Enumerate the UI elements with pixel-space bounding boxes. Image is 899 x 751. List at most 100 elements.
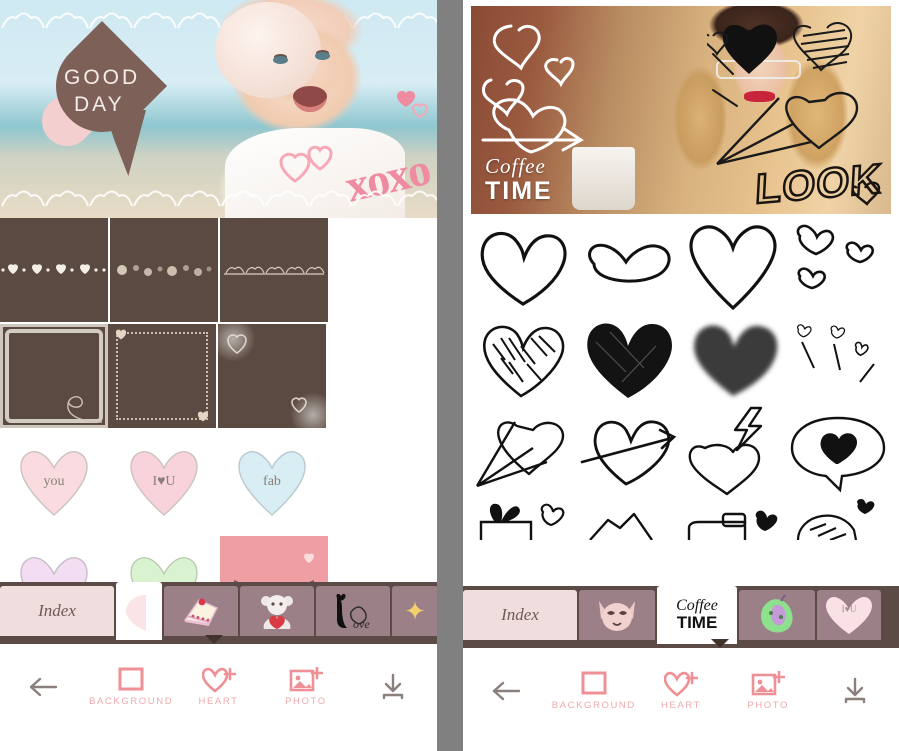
tiny-heart-icon	[197, 411, 209, 422]
background-thumb[interactable]	[108, 324, 216, 428]
sticker-thumb[interactable]	[471, 312, 576, 404]
good-day-sticker[interactable]: GOOD DAY	[31, 20, 168, 176]
curved-heart-sketch-icon	[588, 243, 671, 283]
tab-heart[interactable]	[116, 582, 162, 640]
bear-icon	[261, 595, 293, 629]
nav-photo-button[interactable]: Photo	[262, 666, 349, 707]
nav-photo-button[interactable]: Photo	[725, 670, 812, 711]
candy-heart-thumb[interactable]: you	[0, 430, 108, 534]
photo-plus-icon	[289, 666, 323, 691]
cat-face-icon	[599, 601, 635, 631]
heart-icon	[126, 595, 146, 631]
right-category-tabstrip[interactable]: Index Coffee TIME I♥U	[463, 586, 899, 648]
left-bottom-nav[interactable]: Background Heart Photo	[0, 644, 437, 729]
tab-index-label: Index	[38, 601, 76, 620]
sticker-thumb[interactable]	[471, 496, 576, 540]
sticker-thumb[interactable]	[576, 312, 681, 404]
mini-hearts-icon	[397, 91, 429, 119]
candy-heart-thumb[interactable]: fab	[218, 430, 326, 534]
corner-hearts-icon	[227, 334, 247, 354]
dotted-frame-icon	[116, 332, 208, 420]
candy-heart-label: you	[43, 473, 65, 489]
cat-love-icon: ove	[336, 593, 370, 630]
nav-background-label: Background	[89, 695, 174, 707]
sticker-thumb[interactable]	[681, 312, 786, 404]
left-photo-preview[interactable]: GOOD DAY xoxo	[0, 0, 437, 218]
star-icon: ✦	[404, 596, 426, 626]
app-root: GOOD DAY xoxo you I♥U fab Index ove ✦ BA…	[0, 0, 899, 751]
download-icon	[383, 673, 404, 699]
save-button[interactable]	[350, 673, 437, 701]
background-thumb[interactable]	[218, 324, 326, 428]
nav-photo-label: Photo	[285, 695, 327, 707]
tab-more[interactable]: ✦	[392, 586, 437, 636]
sticker-thumb[interactable]	[786, 220, 891, 312]
corner-hearts-icon	[291, 397, 307, 413]
candy-heart-thumb[interactable]: 100%	[0, 536, 108, 582]
lightning-heart-icon	[688, 406, 763, 496]
sticker-thumb[interactable]	[576, 220, 681, 312]
mountain-sketch-icon	[589, 512, 653, 540]
cake-icon	[183, 598, 218, 626]
right-bottom-nav[interactable]: Background Heart Photo	[463, 648, 899, 733]
cone-heart-icon	[475, 421, 565, 488]
monster-icon	[761, 595, 793, 633]
tab-bear[interactable]	[240, 586, 314, 636]
tab-cat-face[interactable]	[579, 590, 655, 640]
bokeh-row-icon	[117, 265, 212, 276]
sticker-thumb[interactable]	[786, 404, 891, 496]
tab-coffee-label-b: TIME	[676, 613, 718, 633]
coffee-time-sticker[interactable]: Coffee TIME	[485, 154, 553, 206]
back-button[interactable]	[0, 675, 87, 699]
background-thumb[interactable]	[110, 218, 218, 322]
nav-heart-button[interactable]: Heart	[175, 667, 262, 707]
photo-plus-icon	[751, 670, 786, 695]
nav-background-button[interactable]: Background	[550, 671, 637, 711]
candy-heart-label: fab	[263, 473, 281, 489]
tab-cat[interactable]: ove	[316, 586, 390, 636]
nav-heart-button[interactable]: Heart	[637, 671, 724, 711]
nav-heart-label: Heart	[198, 695, 239, 707]
nav-background-button[interactable]: Background	[87, 667, 174, 707]
nav-heart-label: Heart	[660, 699, 702, 711]
tab-candy-heart[interactable]: I♥U	[817, 590, 881, 640]
scallop-hearts-icon	[224, 266, 325, 275]
sticker-thumb[interactable]	[576, 496, 681, 540]
sticker-thumb[interactable]	[681, 496, 786, 540]
white-heart-doodles-icon	[481, 24, 584, 154]
sticker-thumb[interactable]	[576, 404, 681, 496]
background-thumbnail-grid[interactable]: you I♥U fab	[0, 218, 437, 582]
hearts-lace-row-icon	[1, 264, 106, 274]
background-thumb[interactable]	[0, 218, 108, 322]
right-photo-preview[interactable]: Coffee TIME LOOK	[471, 6, 891, 214]
back-button[interactable]	[463, 679, 550, 703]
cat-face-thumb[interactable]	[220, 536, 328, 582]
coffee-time-line2: TIME	[485, 177, 553, 205]
tab-index[interactable]: Index	[463, 590, 577, 640]
sticker-thumb[interactable]	[471, 220, 576, 312]
candy-heart-label: I♥U	[842, 604, 857, 614]
background-thumb[interactable]	[220, 218, 328, 322]
background-thumb-selected[interactable]	[0, 324, 108, 428]
sticker-thumb[interactable]	[681, 404, 786, 496]
tab-coffee-time[interactable]: Coffee TIME	[657, 586, 737, 644]
left-category-tabstrip[interactable]: Index ove ✦	[0, 582, 437, 644]
tab-cake[interactable]	[164, 586, 238, 636]
sticker-thumb[interactable]	[681, 220, 786, 312]
speech-bubble-heart-icon	[790, 416, 886, 493]
outline-heart-sketch-icon	[480, 231, 567, 306]
candy-heart-thumb[interactable]: me	[110, 536, 218, 582]
save-button[interactable]	[812, 677, 899, 705]
heart-plus-icon	[201, 667, 236, 693]
sticker-thumb[interactable]	[471, 404, 576, 496]
sticker-thumb[interactable]	[786, 312, 891, 404]
candy-heart-thumb[interactable]: I♥U	[110, 430, 218, 534]
sticker-thumb[interactable]	[786, 496, 891, 540]
sticker-grid[interactable]	[463, 214, 899, 586]
tiny-heart-icon	[115, 329, 127, 340]
heart-plus-icon	[664, 671, 698, 697]
tab-monster[interactable]	[739, 590, 815, 640]
gift-box-heart-icon	[479, 503, 565, 540]
bed-heart-icon	[687, 510, 778, 540]
tab-index[interactable]: Index	[0, 586, 114, 636]
